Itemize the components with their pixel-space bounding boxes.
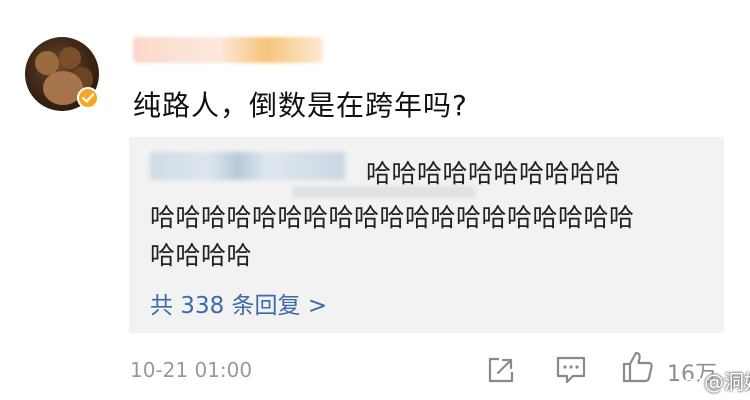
- reply-text-line: 哈哈哈哈哈哈哈哈哈哈哈哈哈哈哈哈哈哈哈: [150, 203, 635, 232]
- thumbs-up-icon[interactable]: [621, 350, 655, 384]
- reply-text-line: 哈哈哈哈: [150, 241, 253, 270]
- share-icon[interactable]: [486, 355, 516, 385]
- reply-username-blurred[interactable]: [150, 152, 345, 180]
- username-blurred[interactable]: [133, 37, 323, 63]
- reply-text-line: 哈哈哈哈哈哈哈哈哈哈: [366, 159, 622, 188]
- watermark-text: @洞娱: [704, 370, 750, 394]
- watermark: @洞娱: [680, 366, 750, 395]
- verified-badge-icon: [77, 87, 99, 109]
- avatar-bear-shape: [59, 47, 81, 69]
- comment-text: 纯路人，倒数是在跨年吗?: [133, 89, 468, 122]
- weibo-logo-icon: [680, 376, 702, 391]
- comment-icon[interactable]: [555, 355, 587, 385]
- view-all-replies-link[interactable]: 共 338 条回复 >: [150, 286, 327, 320]
- comment-timestamp: 10-21 01:00: [130, 358, 253, 382]
